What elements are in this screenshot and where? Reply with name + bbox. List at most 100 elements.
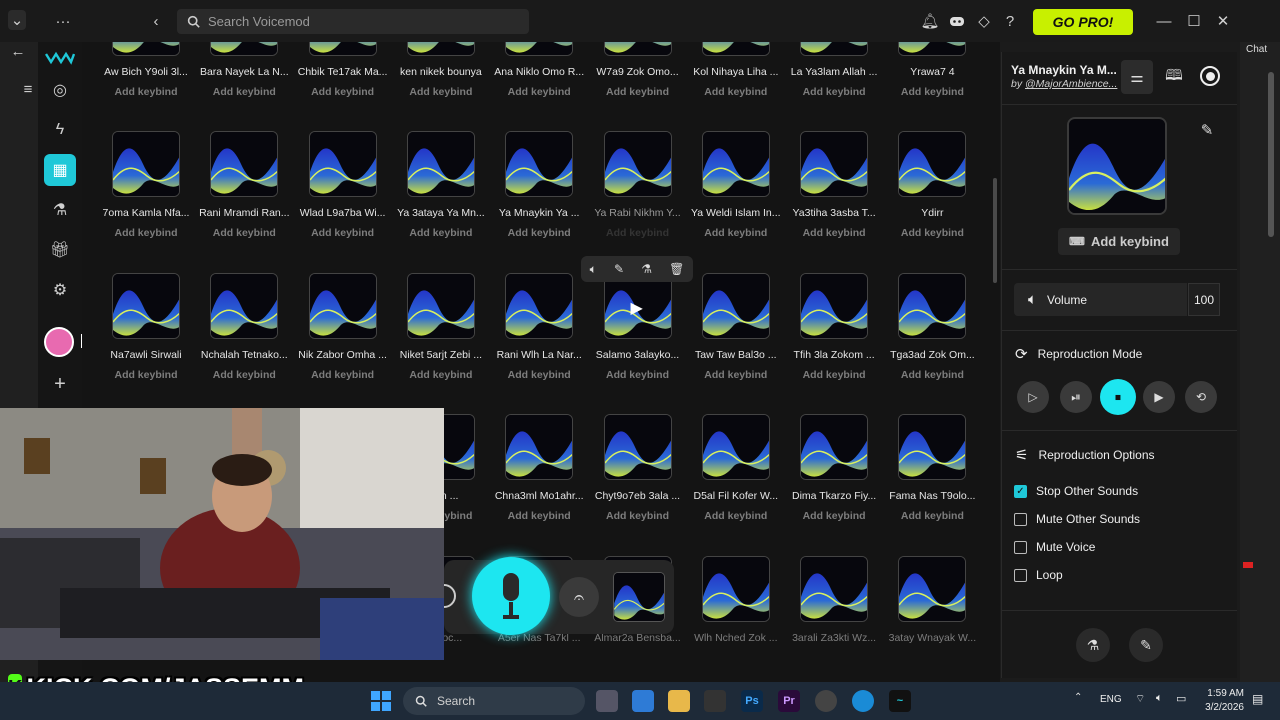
battery-icon[interactable]: ▭: [1176, 692, 1186, 705]
add-keybind-link[interactable]: Add keybind: [97, 227, 195, 239]
microphone-button[interactable]: [472, 557, 550, 635]
checkbox-checked[interactable]: ✓: [1014, 484, 1027, 498]
sound-tile[interactable]: Ya Mnaykin Ya ... Add keybind: [490, 131, 588, 251]
sound-thumbnail[interactable]: [898, 131, 967, 197]
grid-scrollbar[interactable]: [993, 178, 997, 283]
file-explorer-icon[interactable]: [668, 690, 690, 712]
add-keybind-link[interactable]: Add keybind: [392, 369, 490, 381]
maximize-icon[interactable]: ☐: [1185, 11, 1203, 31]
hamburger-icon[interactable]: ≡: [18, 80, 38, 98]
sound-tile[interactable]: ▶ Salamo 3alayko... Add keybind: [589, 273, 687, 393]
sound-thumbnail[interactable]: [505, 42, 574, 56]
sound-tile[interactable]: 3arali Za3kti Wz...: [785, 556, 883, 676]
avatar[interactable]: [44, 327, 74, 357]
add-keybind-link[interactable]: Add keybind: [883, 510, 981, 522]
volume-icon[interactable]: 🔈︎: [1156, 692, 1163, 705]
checkbox[interactable]: [1014, 568, 1027, 582]
add-keybind-link[interactable]: Add keybind: [785, 86, 883, 98]
option-loop[interactable]: Loop: [1014, 565, 1063, 585]
flask-icon[interactable]: ⚗: [38, 194, 82, 226]
language-indicator[interactable]: ENG: [1100, 694, 1122, 705]
sound-thumbnail[interactable]: [800, 131, 869, 197]
close-icon[interactable]: ✕: [1214, 11, 1232, 31]
add-keybind-link[interactable]: Add keybind: [883, 369, 981, 381]
sound-tile[interactable]: Chna3ml Mo1ahr... Add keybind: [490, 414, 588, 534]
add-keybind-link[interactable]: Add keybind: [883, 227, 981, 239]
photoshop-icon[interactable]: Ps: [741, 690, 763, 712]
sound-tile[interactable]: Fama Nas T9olo... Add keybind: [883, 414, 981, 534]
play-pause-mode-button[interactable]: ⏯︎: [1060, 381, 1092, 413]
sound-thumbnail[interactable]: [505, 131, 574, 197]
sound-tile[interactable]: Ya 3ataya Ya Mn... Add keybind: [392, 131, 490, 251]
sound-tile[interactable]: Dima Tkarzo Fiy... Add keybind: [785, 414, 883, 534]
sound-tile[interactable]: Chyt9o7eb 3ala ... Add keybind: [589, 414, 687, 534]
sound-thumbnail[interactable]: [800, 414, 869, 480]
voice-changer-icon[interactable]: ◎: [38, 74, 82, 106]
sound-tile[interactable]: Rani Wlh La Nar... Add keybind: [490, 273, 588, 393]
play-overlap-mode-button[interactable]: ▶: [1143, 381, 1175, 413]
add-keybind-link[interactable]: Add keybind: [687, 510, 785, 522]
sound-tile[interactable]: Tfih 3la Zokom ... Add keybind: [785, 273, 883, 393]
app-icon[interactable]: [704, 690, 726, 712]
sound-tile[interactable]: Wlad L9a7ba Wi... Add keybind: [294, 131, 392, 251]
sound-thumbnail[interactable]: [701, 414, 770, 480]
premiere-icon[interactable]: Pr: [778, 690, 800, 712]
minimize-icon[interactable]: —: [1155, 11, 1173, 31]
sound-tile[interactable]: Bara Nayek La N... Add keybind: [195, 42, 293, 110]
add-keybind-link[interactable]: Add keybind: [589, 86, 687, 98]
add-keybind-link[interactable]: Add keybind: [195, 227, 293, 239]
sound-thumbnail[interactable]: [603, 414, 672, 480]
sound-tile[interactable]: W7a9 Zok Omo... Add keybind: [589, 42, 687, 110]
tray-chevron-icon[interactable]: ⌃: [1074, 692, 1082, 703]
flask-icon[interactable]: ⚗: [641, 262, 652, 276]
add-keybind-button[interactable]: ⌨ Add keybind: [1058, 228, 1180, 255]
add-keybind-link[interactable]: Add keybind: [687, 369, 785, 381]
add-keybind-link[interactable]: Add keybind: [195, 369, 293, 381]
add-keybind-link[interactable]: Add keybind: [687, 227, 785, 239]
current-sound-thumbnail[interactable]: [613, 572, 665, 622]
ear-icon[interactable]: 𝄐: [559, 577, 599, 617]
bell-icon[interactable]: 🔔︎: [920, 11, 939, 31]
add-keybind-link[interactable]: Add keybind: [392, 227, 490, 239]
taskbar-search[interactable]: Search: [403, 687, 585, 715]
add-keybind-link[interactable]: Add keybind: [97, 86, 195, 98]
sound-thumbnail[interactable]: [898, 556, 967, 622]
pencil-icon[interactable]: ✎: [1198, 121, 1216, 139]
sound-tile[interactable]: Ana Niklo Omo R... Add keybind: [490, 42, 588, 110]
sound-tile[interactable]: Aw Bich Y9oli 3l... Add keybind: [97, 42, 195, 110]
speaker-icon[interactable]: 🔈︎: [590, 262, 597, 277]
sound-thumbnail[interactable]: [112, 273, 180, 339]
sound-thumbnail[interactable]: [406, 273, 475, 339]
sound-tile[interactable]: Niket 5arjt Zebi ... Add keybind: [392, 273, 490, 393]
discord-icon[interactable]: [947, 11, 967, 31]
sound-thumbnail[interactable]: [308, 42, 377, 56]
sound-thumbnail[interactable]: [701, 131, 770, 197]
add-keybind-link[interactable]: Add keybind: [490, 227, 588, 239]
sound-tile[interactable]: Wlh Nched Zok ...: [687, 556, 785, 676]
sound-thumbnail[interactable]: [112, 131, 180, 197]
wifi-icon[interactable]: ⌔: [1135, 692, 1145, 706]
add-keybind-link[interactable]: Add keybind: [589, 227, 687, 239]
sound-thumbnail[interactable]: [406, 131, 475, 197]
checkbox[interactable]: [1014, 540, 1027, 554]
volume-control[interactable]: 🔈︎ Volume: [1014, 283, 1187, 316]
more-icon[interactable]: ···: [54, 10, 72, 32]
sound-thumbnail[interactable]: [800, 42, 869, 56]
gift-icon[interactable]: 🎁︎: [38, 234, 82, 266]
sound-thumbnail[interactable]: [210, 131, 279, 197]
sound-thumbnail[interactable]: [308, 273, 377, 339]
sound-thumbnail[interactable]: [210, 273, 279, 339]
add-keybind-link[interactable]: Add keybind: [883, 86, 981, 98]
notification-icon[interactable]: ▤: [1252, 692, 1263, 706]
sound-thumbnail[interactable]: [898, 414, 967, 480]
go-pro-button[interactable]: GO PRO!: [1033, 9, 1133, 35]
gem-icon[interactable]: ◇: [975, 11, 993, 31]
sound-thumbnail[interactable]: [800, 556, 869, 622]
sound-thumbnail[interactable]: [406, 42, 475, 56]
volume-value-input[interactable]: 100: [1188, 283, 1220, 316]
add-keybind-link[interactable]: Add keybind: [785, 227, 883, 239]
record-icon[interactable]: [1200, 66, 1220, 86]
chevron-down-icon[interactable]: ⌄: [8, 10, 26, 30]
sound-tile[interactable]: Chbik Te17ak Ma... Add keybind: [294, 42, 392, 110]
option-mute-voice[interactable]: Mute Voice: [1014, 537, 1095, 557]
